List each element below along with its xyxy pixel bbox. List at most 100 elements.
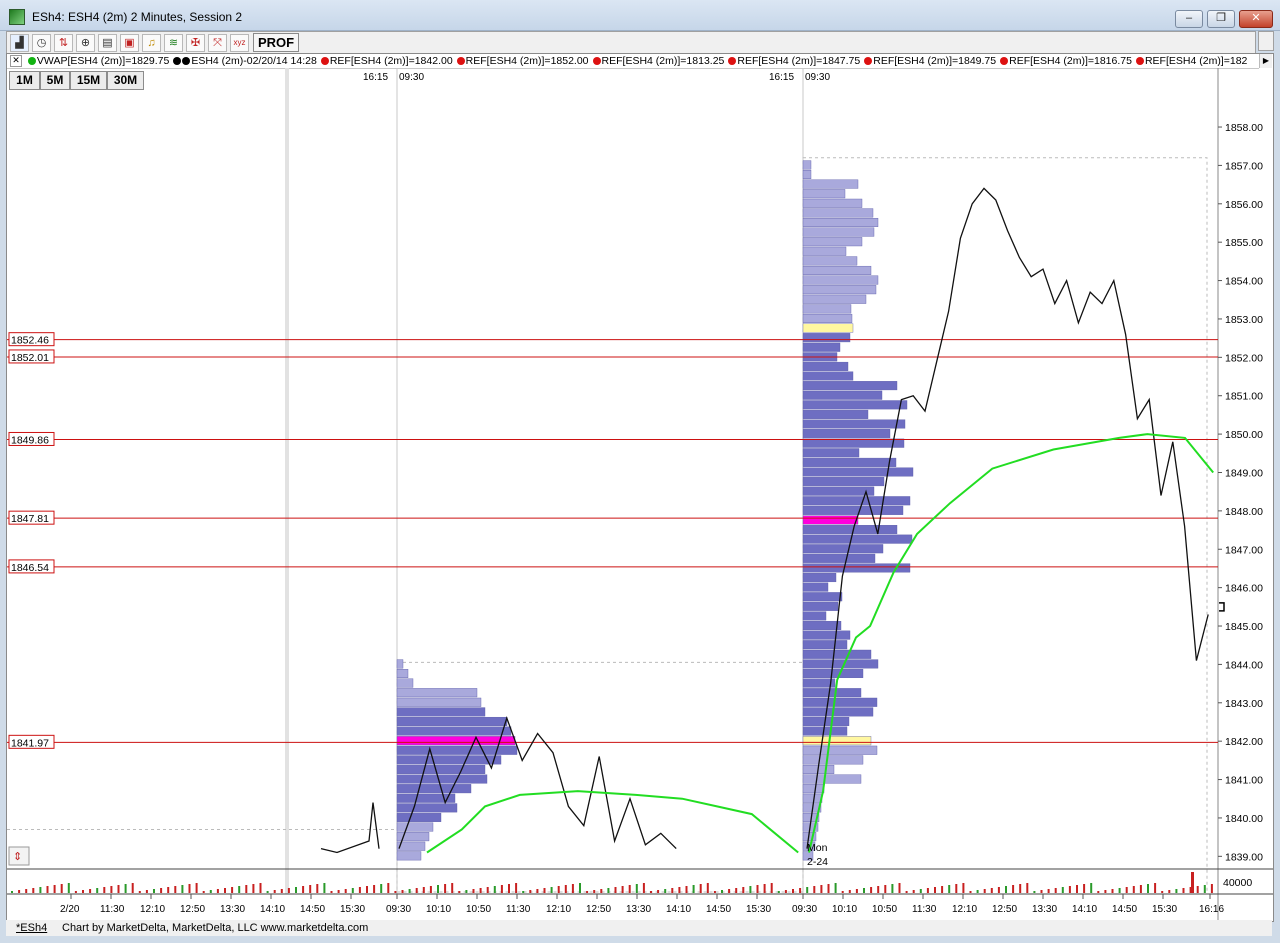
volume-bar (657, 890, 660, 893)
maximize-button[interactable]: ❐ (1207, 10, 1235, 28)
close-button[interactable]: ✕ (1239, 10, 1273, 28)
volume-bar (465, 890, 468, 893)
price-tick-label: 1855.00 (1225, 237, 1263, 249)
volume-bar (813, 886, 816, 893)
volume-bar (444, 884, 447, 893)
profile-toggle-icon: ⇕ (13, 851, 22, 863)
volume-bar (351, 888, 354, 893)
time-tick-label: 13:30 (220, 904, 245, 915)
profile-bar (802, 285, 877, 295)
price-series-premarket (320, 802, 380, 854)
volume-bar (1076, 885, 1078, 893)
minimize-button[interactable]: – (1175, 10, 1203, 28)
chart-type-icon[interactable]: ▟ (10, 34, 29, 52)
profile-bar (802, 726, 848, 736)
volume-bar (848, 890, 851, 893)
profile-bar (396, 812, 442, 822)
profile-bar (802, 601, 839, 611)
profile-bar (802, 313, 853, 323)
time-tick-label: 15:30 (1152, 904, 1177, 915)
time-tick-label: 12:50 (992, 904, 1017, 915)
profile-bar (802, 429, 891, 439)
profile-bar (396, 669, 409, 678)
chart-icon[interactable]: ▣ (120, 34, 139, 52)
price-tick-label: 1848.00 (1225, 506, 1263, 518)
profile-bar (802, 630, 851, 640)
crosshair-icon[interactable]: ✠ (186, 34, 205, 52)
profile-bar (802, 333, 851, 343)
session-gap-band (285, 68, 289, 894)
window-title-bar: ESh4: ESH4 (2m) 2 Minutes, Session 2 – ❐… (0, 0, 1280, 31)
price-chart[interactable]: 16:15 09:30 16:15 09:30 1858.00 1857.00 1856.0… (7, 54, 1273, 921)
reference-line-label: 1852.01 (11, 352, 49, 364)
profile-bar (396, 659, 404, 669)
volume-bar (373, 885, 376, 893)
volume-bar (557, 886, 560, 893)
volume-bar (25, 889, 28, 893)
volume-bar (280, 889, 283, 893)
reference-line-label: 1852.46 (11, 335, 49, 347)
alert-bell-icon[interactable]: ♫ (142, 34, 161, 52)
panel-scroll-up[interactable] (1258, 31, 1274, 51)
chart-toolbar: ▟ ◷ ⇅ ⊕ ▤ ▣ ♫ ≋ ✠ ⤧ xyz PROF (6, 31, 1256, 54)
volume-bar (358, 887, 361, 893)
volume-bar (46, 886, 49, 893)
profile-bar (802, 592, 843, 602)
clock-icon[interactable]: ◷ (32, 34, 51, 52)
volume-bar (1196, 886, 1199, 893)
xyz-icon[interactable]: xyz (230, 34, 249, 52)
volume-bar (11, 891, 13, 893)
volume-bar (600, 889, 603, 893)
volume-bar (1090, 883, 1093, 893)
profile-bar (396, 774, 488, 784)
profile-bar (802, 697, 878, 707)
volume-bar (1104, 890, 1107, 893)
profile-bar (802, 217, 879, 227)
volume-bar (756, 885, 759, 893)
profile-bar (802, 419, 906, 429)
zoom-icon[interactable]: ⊕ (76, 34, 95, 52)
volume-bar (976, 890, 979, 893)
profile-bar (396, 736, 516, 746)
scale-icon[interactable]: ⤧ (208, 34, 227, 52)
chart-tab[interactable]: *ESh4 (16, 920, 47, 936)
volume-bar (799, 888, 802, 893)
indicator-icon[interactable]: ⇅ (54, 34, 73, 52)
volume-bar (429, 886, 432, 893)
volume-bar (103, 887, 106, 893)
profile-bar (802, 669, 864, 678)
profile-bar (802, 793, 823, 803)
profile-bar (802, 659, 879, 669)
time-tick-label: 12:50 (180, 904, 205, 915)
profile-bar (802, 467, 914, 477)
volume-bar (735, 888, 738, 893)
volume-bar (238, 886, 241, 893)
profile-bar (802, 774, 862, 784)
volume-bar (586, 891, 589, 893)
profile-bar (802, 515, 859, 525)
price-tick-label: 1856.00 (1225, 199, 1263, 211)
time-tick-label: 10:10 (426, 904, 451, 915)
profile-bar (802, 323, 854, 333)
volume-bar (1033, 891, 1036, 893)
volume-bar (536, 889, 539, 893)
draw-tools-icon[interactable]: ▤ (98, 34, 117, 52)
volume-bar (1132, 886, 1135, 893)
volume-bar (252, 884, 255, 893)
profile-bar (802, 361, 849, 371)
price-tick-label: 1850.00 (1225, 429, 1263, 441)
volume-bar (628, 885, 631, 893)
volume-bar (806, 887, 809, 893)
price-tick-label: 1842.00 (1225, 736, 1263, 748)
profile-bar (802, 265, 872, 275)
market-profile-icon[interactable]: ≋ (164, 34, 183, 52)
credit-text: Chart by MarketDelta, MarketDelta, LLC w… (62, 922, 369, 934)
volume-bar (834, 883, 837, 893)
volume-bar (1047, 889, 1050, 893)
time-tick-label: 15:30 (340, 904, 365, 915)
volume-bar (500, 885, 503, 893)
profile-bar (802, 438, 905, 448)
profile-bar (802, 640, 848, 650)
profile-button[interactable]: PROF (253, 33, 300, 52)
volume-bar (550, 887, 553, 893)
